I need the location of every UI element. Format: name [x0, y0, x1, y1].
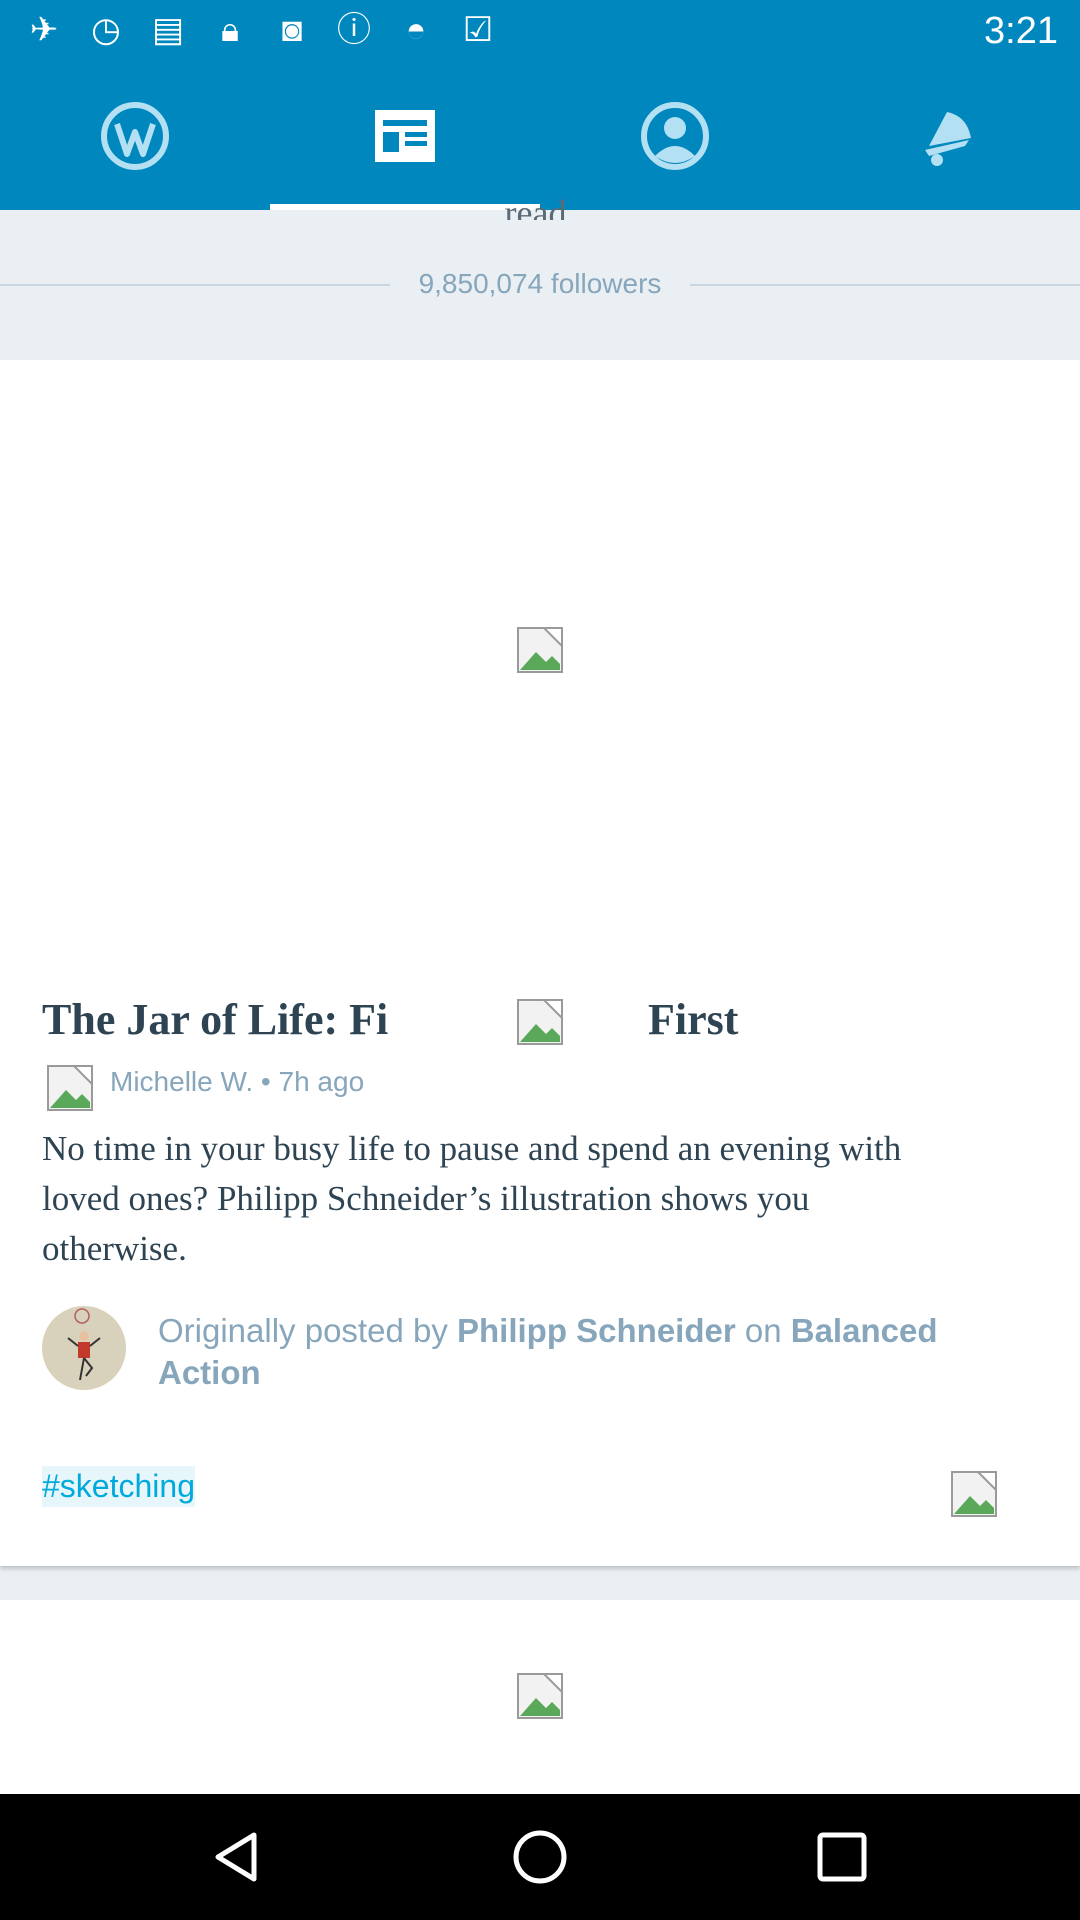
- lock-icon: 🔒︎: [220, 11, 240, 49]
- attribution-prefix: Originally posted by: [158, 1312, 457, 1349]
- wordpress-icon: [101, 102, 169, 170]
- instagram-icon: ◙: [281, 11, 303, 49]
- more-actions-broken-icon[interactable]: [950, 1470, 998, 1518]
- followers-row: 9,850,074 followers: [0, 262, 1080, 306]
- attribution-mid: on: [735, 1312, 791, 1349]
- post-card-next[interactable]: [0, 1600, 1080, 1794]
- clipboard-check-icon: ☑: [462, 11, 494, 49]
- broken-image-icon: [517, 999, 563, 1045]
- reader-icon: [375, 110, 435, 162]
- post-title[interactable]: The Jar of Life: Fi: [42, 994, 388, 1045]
- status-bar: ✈ ◷ ▤ 🔒︎ ◙ ⓘ ◓ ☑ 3:21: [0, 0, 1080, 62]
- post-excerpt: No time in your busy life to pause and s…: [42, 1129, 902, 1268]
- back-triangle-icon: [215, 1832, 257, 1882]
- tab-wordpress[interactable]: [0, 62, 270, 210]
- post-byline[interactable]: Michelle W. • 7h ago: [110, 1066, 364, 1098]
- post-title-end[interactable]: First: [648, 994, 738, 1045]
- tab-notifications[interactable]: [810, 62, 1080, 210]
- attribution-author-link[interactable]: Philipp Schneider: [457, 1312, 736, 1349]
- post-tag[interactable]: #sketching: [42, 1466, 195, 1507]
- post-card-image[interactable]: [0, 360, 1080, 940]
- home-button[interactable]: [440, 1794, 640, 1920]
- original-author-avatar[interactable]: [42, 1306, 126, 1390]
- android-icon: ◓: [405, 11, 427, 49]
- tab-me[interactable]: [540, 62, 810, 210]
- fake-gps-icon: ✈: [29, 11, 59, 49]
- info-icon: ⓘ: [337, 11, 371, 49]
- original-post-attribution: Originally posted by Philipp Schneider o…: [158, 1310, 1018, 1394]
- system-navigation-bar: [0, 1794, 1080, 1920]
- main-tab-bar: [0, 62, 1080, 210]
- printer-icon: ▤: [151, 11, 185, 49]
- post-card[interactable]: The Jar of Life: Fi First Michelle W. • …: [0, 940, 1080, 1566]
- recents-button[interactable]: [742, 1794, 942, 1920]
- sketch-figure-icon: [67, 1308, 101, 1381]
- followers-count: 9,850,074 followers: [418, 268, 662, 299]
- stopwatch-icon: ◷: [91, 11, 121, 49]
- broken-image-icon: [517, 627, 563, 673]
- back-button[interactable]: [138, 1794, 338, 1920]
- broken-image-icon: [517, 1673, 563, 1719]
- profile-icon: [641, 102, 709, 170]
- bell-icon: [925, 112, 971, 166]
- author-avatar-broken-icon: [47, 1065, 93, 1111]
- tab-reader[interactable]: [270, 62, 540, 210]
- recents-square-icon: [817, 1832, 867, 1882]
- status-time: 3:21: [984, 10, 1058, 52]
- home-circle-icon: [513, 1830, 567, 1884]
- blog-description-fragment: read.: [504, 193, 576, 220]
